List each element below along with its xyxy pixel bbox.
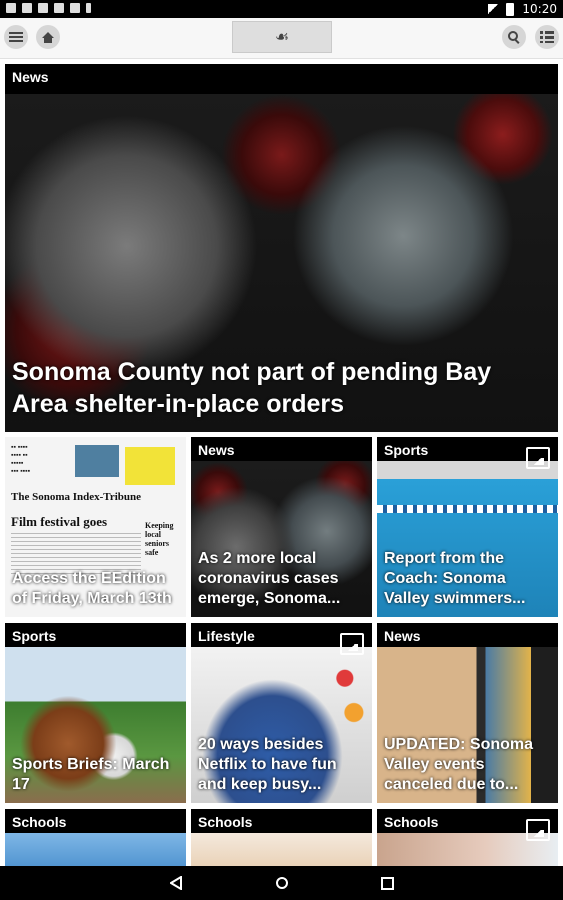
section-label: Sports: [384, 442, 429, 458]
section-label: Sports: [12, 628, 57, 644]
recents-button[interactable]: [380, 875, 396, 891]
photo-thumbnail: [75, 445, 119, 477]
top-bar: ☙: [0, 18, 563, 59]
logo-glyph: ☙: [274, 29, 290, 46]
hamburger-icon: [9, 32, 23, 42]
card-headline: As 2 more local coronavirus cases emerge…: [198, 550, 341, 607]
back-button[interactable]: [168, 875, 184, 891]
home-button[interactable]: [36, 25, 60, 49]
news-card[interactable]: News UPDATED: Sonoma Valley events cance…: [377, 623, 558, 803]
card-headline: Sports Briefs: March 17: [12, 756, 170, 793]
schools-card[interactable]: Schools: [377, 809, 558, 869]
section-label: News: [384, 628, 421, 644]
ad-thumbnail: [125, 447, 175, 485]
card-image: [191, 833, 372, 869]
lane-rope: [377, 505, 558, 513]
newspaper-masthead: The Sonoma Index-Tribune: [11, 491, 141, 503]
lifestyle-card[interactable]: Lifestyle 20 ways besides Netflix to hav…: [191, 623, 372, 803]
card-headline: UPDATED: Sonoma Valley events canceled d…: [384, 736, 534, 793]
status-right: 10:20: [488, 2, 557, 16]
mail-icon: [6, 3, 16, 13]
section-label: Lifestyle: [198, 628, 255, 644]
section-label: Schools: [384, 814, 439, 830]
card-headline: Report from the Coach: Sonoma Valley swi…: [384, 550, 526, 607]
recents-icon: [381, 876, 394, 890]
home-nav-button[interactable]: [274, 875, 290, 891]
battery-icon: [506, 2, 515, 16]
card-image: [5, 833, 186, 869]
newspaper-side-note: Keeping local seniors safe: [145, 521, 174, 557]
status-bar: 10:20: [0, 0, 563, 18]
logo[interactable]: ☙: [232, 21, 332, 53]
card-headline: 20 ways besides Netflix to have fun and …: [198, 736, 337, 793]
sections-button[interactable]: [535, 25, 559, 49]
gallery-icon: [526, 819, 550, 841]
menu-button[interactable]: [4, 25, 28, 49]
newspaper-index: ▪▪ ▪▪▪▪ ▪▪▪▪ ▪▪ ▪▪▪▪▪ ▪▪▪ ▪▪▪▪: [11, 443, 31, 475]
card-headline: Access the EEdition of Friday, March 13t…: [12, 570, 172, 607]
search-icon: [508, 31, 520, 44]
section-label: News: [12, 69, 49, 85]
section-label: Schools: [198, 814, 253, 830]
clock: 10:20: [522, 2, 557, 16]
featured-headline: Sonoma County not part of pending Bay Ar…: [12, 358, 492, 418]
email-icon: [54, 3, 64, 13]
clip-icon: [86, 3, 91, 13]
image-icon: [22, 3, 32, 13]
back-icon: [169, 876, 182, 890]
notification-icons: [6, 3, 91, 13]
sports-card[interactable]: Sports Report from the Coach: Sonoma Val…: [377, 437, 558, 617]
featured-story[interactable]: News Sonoma County not part of pending B…: [5, 64, 558, 432]
newspaper-headline: Film festival goes dark: [11, 514, 108, 545]
news-card[interactable]: News As 2 more local coronavirus cases e…: [191, 437, 372, 617]
flag-icon: [70, 3, 80, 13]
check-icon: [38, 3, 48, 13]
search-button[interactable]: [502, 25, 526, 49]
wifi-icon: [488, 4, 499, 14]
navigation-bar: [0, 866, 563, 900]
home-icon: [42, 31, 54, 43]
sports-card[interactable]: Sports Sports Briefs: March 17: [5, 623, 186, 803]
list-icon: [540, 31, 554, 43]
schools-card[interactable]: Schools: [5, 809, 186, 869]
gallery-icon: [340, 633, 364, 655]
home-circle-icon: [275, 877, 288, 889]
section-label: Schools: [12, 814, 67, 830]
eedition-card[interactable]: ▪▪ ▪▪▪▪ ▪▪▪▪ ▪▪ ▪▪▪▪▪ ▪▪▪ ▪▪▪▪ The Sonoma I…: [5, 437, 186, 617]
schools-card[interactable]: Schools: [191, 809, 372, 869]
section-label: News: [198, 442, 235, 458]
gallery-icon: [526, 447, 550, 469]
